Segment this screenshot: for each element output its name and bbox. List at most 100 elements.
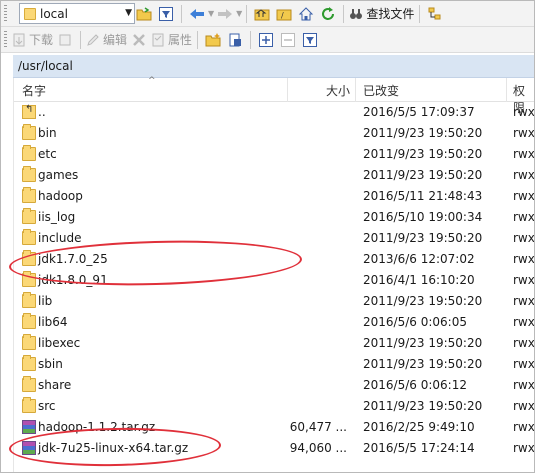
file-row[interactable]: libexec 2011/9/23 19:50:20 rwx [14,333,535,354]
find-files-button[interactable]: 查找文件 [349,4,414,24]
column-header-name[interactable]: 名字 [22,82,46,99]
file-permissions: rwx [513,441,535,455]
download-button[interactable]: 下载 [12,30,53,50]
file-permissions: rwx [513,336,535,350]
toolbar-separator [419,4,421,23]
file-name: etc [38,147,57,161]
expand-button[interactable] [256,30,276,50]
edit-button[interactable]: 编辑 [86,30,127,50]
file-modified: 2016/5/11 21:48:43 [363,189,483,203]
collapse-button[interactable] [278,30,298,50]
toolbar-separator [343,4,345,23]
open-directory-button[interactable] [134,4,154,24]
folder-icon [22,376,36,392]
file-row[interactable]: games 2011/9/23 19:50:20 rwx [14,165,535,186]
file-permissions: rwx [513,189,535,203]
file-toolbar: 下载 编辑 属性 [1,27,534,53]
up-arrow-icon: ↰ [25,104,34,115]
file-row[interactable]: include 2011/9/23 19:50:20 rwx [14,228,534,249]
file-permissions: rwx [513,168,535,182]
home-button[interactable] [296,4,316,24]
file-row[interactable]: lib 2011/9/23 19:50:20 rwx [14,291,534,312]
file-permissions: rwx [513,399,535,413]
chevron-down-icon[interactable]: ▼ [125,8,132,18]
parent-folder-icon [254,8,270,20]
file-size: 60,477 ... [289,420,347,434]
file-permissions: rwx [513,105,535,119]
navigation-toolbar: local ▼ ▼ ▼ / 查找文件 [1,1,534,27]
file-list: 名字 ^ 大小 已改变 权限 ↰.. 2016/5/5 17:09:37 rwx bi… [13,76,535,472]
file-modified: 2016/2/25 9:49:10 [363,420,475,434]
file-modified: 2016/5/6 0:06:12 [363,378,467,392]
file-name: hadoop [38,189,83,203]
column-header-modified[interactable]: 已改变 [363,82,399,99]
file-rows: ↰.. 2016/5/5 17:09:37 rwx bin 2011/9/23 19:5… [14,102,535,459]
file-row[interactable]: iis_log 2016/5/10 19:00:34 rwx [14,207,535,228]
refresh-icon [322,6,335,20]
file-name: jdk1.7.0_25 [38,252,108,266]
file-row[interactable]: etc 2011/9/23 19:50:20 rwx [14,144,535,165]
forward-arrow-icon [218,8,233,19]
download-options-button[interactable] [55,30,75,50]
filter-mask-button[interactable] [300,30,320,50]
back-dropdown-icon[interactable]: ▼ [208,9,214,18]
parent-directory-button[interactable] [252,4,272,24]
properties-button[interactable]: 属性 [151,30,192,50]
file-permissions: rwx [513,210,535,224]
file-row[interactable]: jdk-7u25-linux-x64.tar.gz 94,060 ... 2016/… [14,438,535,459]
tree-view-button[interactable] [425,4,445,24]
forward-dropdown-icon[interactable]: ▼ [236,9,242,18]
column-divider[interactable] [506,78,507,102]
file-modified: 2011/9/23 19:50:20 [363,126,483,140]
filter-button[interactable] [156,4,176,24]
folder-icon [22,166,36,182]
file-row[interactable]: jdk1.8.0_91 2016/4/1 16:10:20 rwx [14,270,534,291]
file-row[interactable]: share 2016/5/6 0:06:12 rwx [14,375,535,396]
toolbar-separator [250,30,252,49]
toolbar-grip[interactable] [4,30,7,49]
column-divider[interactable] [355,78,356,102]
toolbar-separator [181,4,182,23]
file-row[interactable]: ↰.. 2016/5/5 17:09:37 rwx [14,102,535,123]
path-combo[interactable]: local ▼ [19,3,135,24]
root-directory-button[interactable]: / [274,4,294,24]
new-file-icon [229,33,242,46]
delete-button[interactable] [129,30,149,50]
binoculars-icon [350,8,363,19]
refresh-button[interactable] [318,4,338,24]
file-permissions: rwx [513,147,535,161]
column-header-size[interactable]: 大小 [326,82,350,99]
file-permissions: rwx [513,378,535,392]
forward-button[interactable] [215,4,235,24]
new-file-button[interactable] [225,30,245,50]
file-modified: 2011/9/23 19:50:20 [363,294,483,308]
file-name: games [38,168,79,182]
back-button[interactable] [187,4,207,24]
archive-icon [22,420,36,434]
filter-icon [159,6,173,21]
path-combo-value: local [40,6,68,21]
file-name: hadoop-1.1.2.tar.gz [38,420,156,434]
new-folder-icon [205,32,221,46]
file-row[interactable]: jdk1.7.0_25 2013/6/6 12:07:02 rwx [14,249,535,270]
minus-icon [281,32,296,47]
file-modified: 2016/5/6 0:06:05 [363,315,467,329]
file-modified: 2016/5/5 17:09:37 [363,105,475,119]
file-modified: 2011/9/23 19:50:20 [363,357,483,371]
file-row[interactable]: hadoop-1.1.2.tar.gz 60,477 ... 2016/2/25 9… [14,417,534,438]
file-row[interactable]: bin 2011/9/23 19:50:20 rwx [14,123,534,144]
file-row[interactable]: lib64 2016/5/6 0:06:05 rwx [14,312,534,333]
file-manager-window: local ▼ ▼ ▼ / 查找文件 下载 编辑 属性 /usr/local 名… [0,0,535,473]
file-row[interactable]: src 2011/9/23 19:50:20 rwx [14,396,535,417]
file-modified: 2011/9/23 19:50:20 [363,336,483,350]
file-row[interactable]: hadoop 2016/5/11 21:48:43 rwx [14,186,535,207]
file-modified: 2016/5/5 17:24:14 [363,441,475,455]
find-files-label: 查找文件 [366,7,415,21]
new-folder-button[interactable] [203,30,223,50]
toolbar-grip[interactable] [4,4,7,23]
file-row[interactable]: sbin 2011/9/23 19:50:20 rwx [14,354,534,375]
current-path-bar: /usr/local [13,55,534,78]
column-divider[interactable] [287,78,288,102]
file-permissions: rwx [513,252,535,266]
toolbar-separator [246,4,248,23]
